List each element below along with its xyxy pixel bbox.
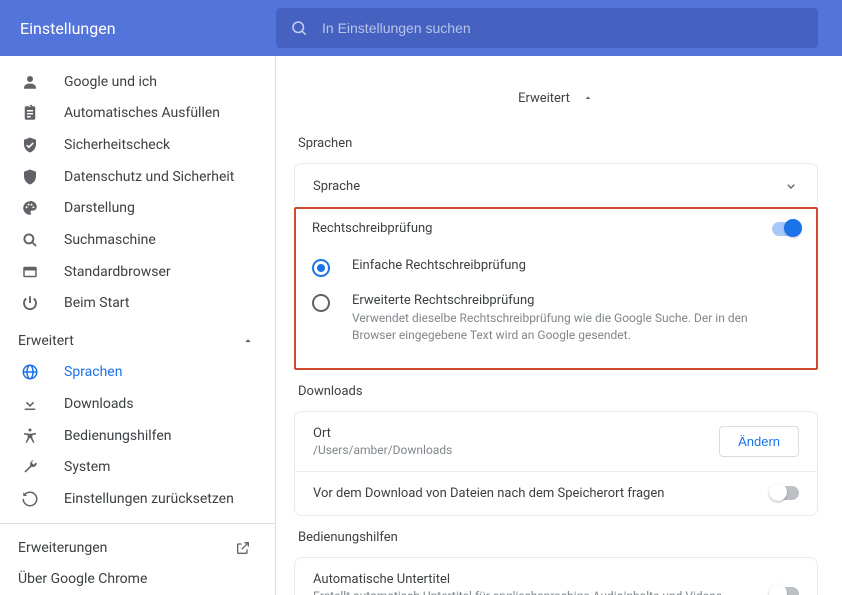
shield-icon (20, 167, 40, 187)
sidebar-item-label: Automatisches Ausfüllen (64, 105, 220, 121)
chevron-up-icon (582, 92, 594, 104)
search-icon (290, 19, 308, 37)
main-content: Erweitert Sprachen Sprache Rechtschreibp… (276, 56, 842, 595)
sidebar-item-languages[interactable]: Sprachen (0, 357, 275, 389)
sidebar-item-label: Beim Start (64, 295, 129, 311)
wrench-icon (20, 457, 40, 477)
language-card: Sprache (294, 163, 818, 209)
page-title: Einstellungen (16, 19, 276, 38)
advanced-label: Erweitert (18, 333, 74, 349)
language-row-label: Sprache (313, 179, 360, 194)
sidebar-item-label: Sicherheitscheck (64, 137, 170, 153)
sidebar-item-label: Einstellungen zurücksetzen (64, 491, 234, 507)
sidebar-item-label: Standardbrowser (64, 264, 171, 280)
captions-toggle[interactable] (771, 587, 799, 595)
sidebar-item-extensions[interactable]: Erweiterungen (0, 532, 275, 564)
radio-icon (312, 294, 330, 312)
radio-icon (312, 259, 330, 277)
advanced-section-toggle[interactable]: Erweitert (294, 74, 818, 122)
section-title-languages: Sprachen (298, 136, 818, 151)
spellcheck-title: Rechtschreibprüfung (312, 221, 432, 236)
download-ask-label: Vor dem Download von Dateien nach dem Sp… (313, 486, 664, 501)
sidebar-item-on-startup[interactable]: Beim Start (0, 287, 275, 319)
sidebar-item-autofill[interactable]: Automatisches Ausfüllen (0, 98, 275, 130)
sidebar-item-label: Darstellung (64, 200, 135, 216)
sidebar-item-label: Suchmaschine (64, 232, 156, 248)
accessibility-card: Automatische Untertitel Erstellt automat… (294, 557, 818, 595)
sidebar: Google und ich Automatisches Ausfüllen S… (0, 56, 276, 595)
download-location-row: Ort /Users/amber/Downloads Ändern (295, 412, 817, 471)
chevron-up-icon (241, 334, 255, 348)
restore-icon (20, 489, 40, 509)
radio-description: Verwendet dieselbe Rechtschreibprüfung w… (352, 310, 762, 344)
sidebar-item-label: Downloads (64, 396, 134, 412)
header: Einstellungen (0, 0, 842, 56)
sidebar-item-search-engine[interactable]: Suchmaschine (0, 224, 275, 256)
extensions-label: Erweiterungen (18, 540, 107, 556)
sidebar-item-about[interactable]: Über Google Chrome (0, 563, 275, 595)
sidebar-item-label: System (64, 459, 110, 475)
person-icon (20, 72, 40, 92)
download-icon (20, 394, 40, 414)
accessibility-icon (20, 426, 40, 446)
sidebar-item-label: Bedienungshilfen (64, 428, 172, 444)
download-location-value: /Users/amber/Downloads (313, 443, 452, 457)
sidebar-item-label: Sprachen (64, 364, 122, 380)
spellcheck-radio-enhanced[interactable]: Erweiterte Rechtschreibprüfung Verwendet… (312, 285, 800, 352)
sidebar-item-security-check[interactable]: Sicherheitscheck (0, 129, 275, 161)
download-ask-row: Vor dem Download von Dateien nach dem Sp… (295, 471, 817, 515)
search-box[interactable] (276, 8, 818, 48)
sidebar-advanced-header[interactable]: Erweitert (0, 325, 275, 357)
sidebar-item-label: Datenschutz und Sicherheit (64, 169, 234, 185)
download-ask-toggle[interactable] (771, 486, 799, 500)
language-row[interactable]: Sprache (295, 164, 817, 208)
shield-check-icon (20, 135, 40, 155)
sidebar-item-system[interactable]: System (0, 452, 275, 484)
divider (0, 523, 275, 524)
search-icon (20, 230, 40, 250)
sidebar-item-google-and-me[interactable]: Google und ich (0, 66, 275, 98)
spellcheck-radio-basic[interactable]: Einfache Rechtschreibprüfung (312, 250, 800, 285)
search-input[interactable] (322, 20, 804, 36)
spellcheck-toggle[interactable] (772, 222, 800, 236)
sidebar-item-label: Google und ich (64, 74, 157, 90)
captions-desc: Erstellt automatisch Untertitel für engl… (313, 589, 733, 595)
captions-title: Automatische Untertitel (313, 572, 733, 587)
spellcheck-panel: Rechtschreibprüfung Einfache Rechtschrei… (294, 207, 818, 370)
radio-label: Einfache Rechtschreibprüfung (352, 258, 526, 273)
section-title-accessibility: Bedienungshilfen (298, 530, 818, 545)
radio-label: Erweiterte Rechtschreibprüfung (352, 293, 762, 308)
sidebar-item-accessibility[interactable]: Bedienungshilfen (0, 420, 275, 452)
section-title-downloads: Downloads (298, 384, 818, 399)
downloads-card: Ort /Users/amber/Downloads Ändern Vor de… (294, 411, 818, 516)
sidebar-item-privacy[interactable]: Datenschutz und Sicherheit (0, 161, 275, 193)
captions-row: Automatische Untertitel Erstellt automat… (295, 558, 817, 595)
external-link-icon (235, 540, 251, 556)
globe-icon (20, 362, 40, 382)
power-icon (20, 293, 40, 313)
sidebar-item-appearance[interactable]: Darstellung (0, 193, 275, 225)
advanced-toggle-label: Erweitert (518, 91, 570, 106)
change-location-button[interactable]: Ändern (719, 426, 799, 457)
sidebar-item-default-browser[interactable]: Standardbrowser (0, 256, 275, 288)
sidebar-item-reset[interactable]: Einstellungen zurücksetzen (0, 483, 275, 515)
palette-icon (20, 198, 40, 218)
download-location-label: Ort (313, 426, 452, 441)
clipboard-icon (20, 103, 40, 123)
chevron-down-icon (783, 178, 799, 194)
sidebar-item-downloads[interactable]: Downloads (0, 388, 275, 420)
about-label: Über Google Chrome (18, 571, 147, 587)
browser-icon (20, 262, 40, 282)
